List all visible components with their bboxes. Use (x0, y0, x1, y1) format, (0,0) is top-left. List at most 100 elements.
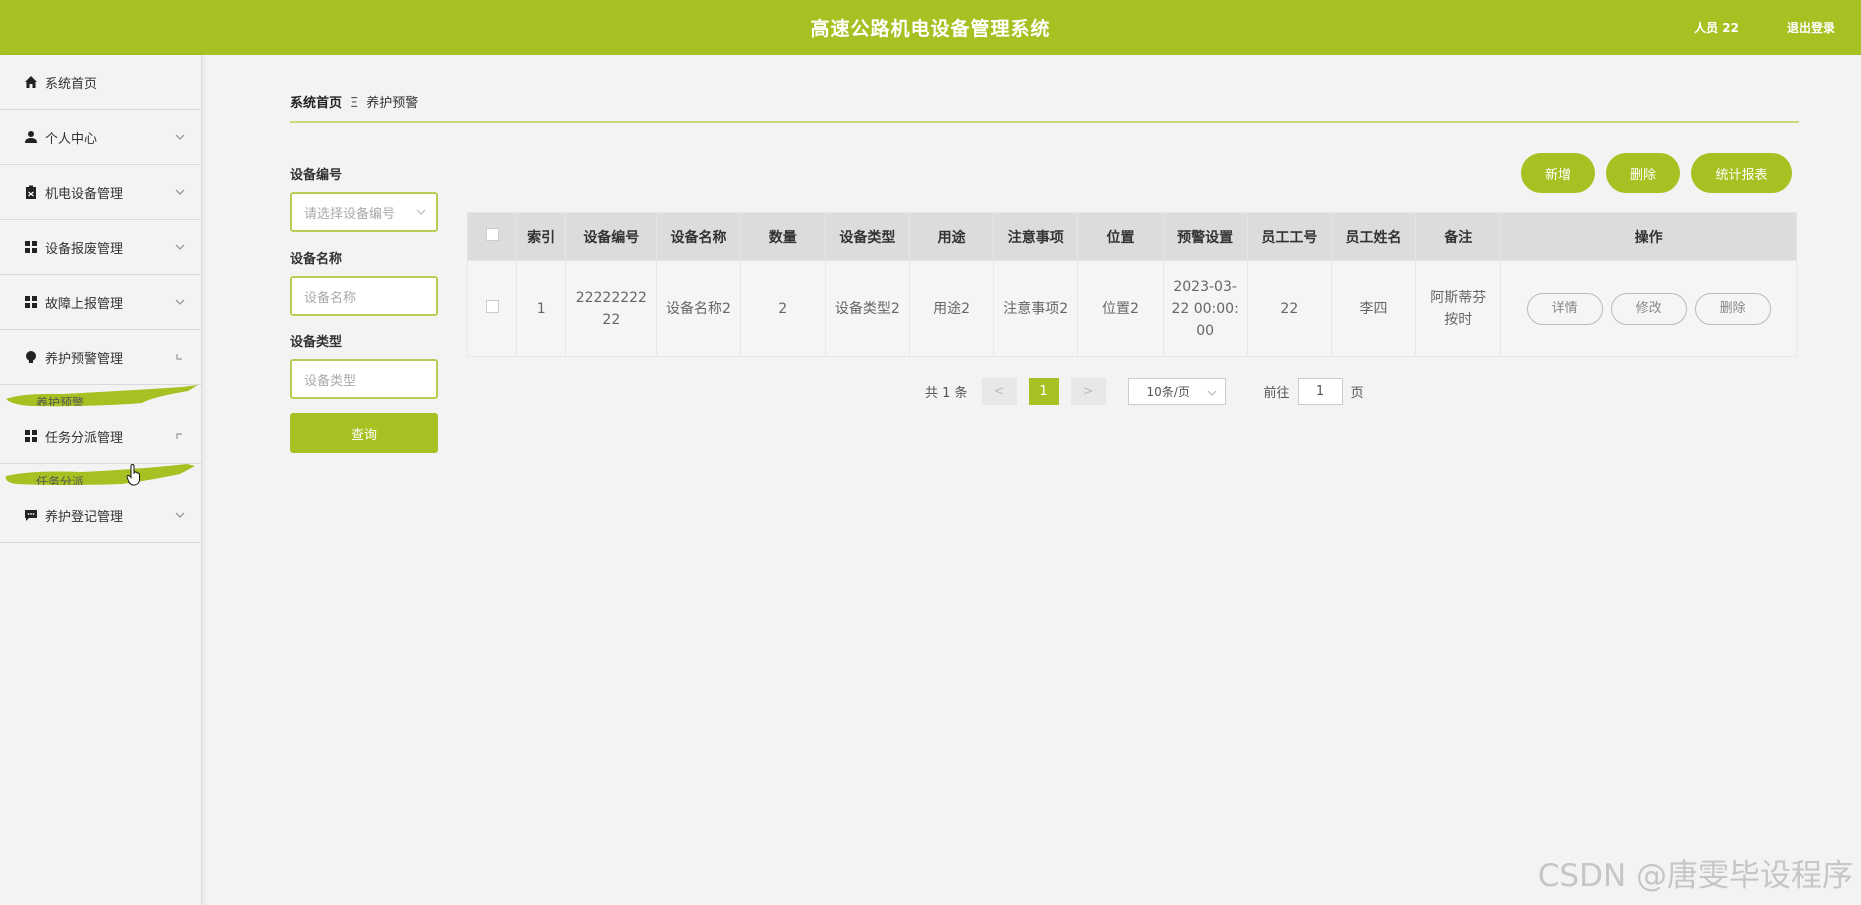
watermark: CSDN @唐雯毕设程序 (1537, 858, 1853, 894)
current-user: 人员 22 (1694, 21, 1739, 35)
row-select-cell (466, 260, 518, 357)
breadcrumb-separator: Ξ (350, 96, 359, 111)
chevron-down-icon (175, 244, 185, 250)
cell-index: 1 (516, 260, 567, 357)
chevron-expand-icon (176, 433, 182, 439)
user-icon (24, 130, 38, 144)
sidebar-subitem-maintenance-alert[interactable]: 养护预警 (0, 385, 201, 409)
breadcrumb: 系统首页 Ξ 养护预警 (290, 92, 418, 111)
sidebar-item-label: 故障上报管理 (45, 296, 124, 312)
page-number-current[interactable]: 1 (1028, 377, 1059, 405)
clipboard-icon (24, 185, 38, 199)
sidebar-item-label: 任务分派管理 (45, 430, 124, 446)
col-header: 操作 (1500, 212, 1797, 261)
logout-link[interactable]: 退出登录 (1787, 19, 1835, 36)
sidebar-item-fault[interactable]: 故障上报管理 (0, 275, 201, 330)
col-header: 预警设置 (1162, 212, 1248, 261)
col-header: 备注 (1415, 212, 1502, 261)
breadcrumb-current: 养护预警 (366, 96, 419, 111)
col-header: 索引 (516, 212, 567, 261)
cell-text: 22222222 (575, 289, 647, 306)
cell-text: 按时 (1444, 311, 1473, 328)
cell-location: 位置2 (1077, 260, 1164, 357)
device-type-label: 设备类型 (290, 335, 343, 350)
detail-button[interactable]: 详情 (1526, 292, 1603, 325)
grid-icon (24, 240, 38, 254)
cell-actions: 详情 修改 删除 (1500, 260, 1797, 357)
cell-notes: 注意事项2 (993, 260, 1079, 357)
chevron-down-icon (416, 209, 426, 215)
add-button[interactable]: 新增 (1521, 153, 1595, 193)
chevron-down-icon (175, 299, 185, 305)
row-checkbox[interactable] (485, 299, 499, 313)
col-header: 位置 (1077, 212, 1164, 261)
device-code-label: 设备编号 (290, 168, 343, 183)
pagination: 共 1 条 < 1 > 10条/页 前往 1 页 (925, 377, 1364, 405)
sidebar-item-equipment[interactable]: 机电设备管理 (0, 165, 201, 220)
chevron-down-icon (175, 512, 185, 518)
next-page-button[interactable]: > (1070, 377, 1106, 405)
device-code-placeholder: 请选择设备编号 (304, 206, 396, 222)
home-icon (24, 75, 38, 89)
prev-page-button[interactable]: < (981, 377, 1017, 405)
select-all-checkbox[interactable] (485, 228, 499, 241)
sidebar-subitem-label: 养护预警 (36, 396, 85, 406)
sidebar-subitem-task-assign[interactable]: 任务分派 (0, 464, 201, 488)
cell-text: 22 00:00: (1171, 300, 1239, 317)
col-header: 员工姓名 (1330, 212, 1417, 261)
goto-page-input[interactable]: 1 (1297, 377, 1343, 405)
chevron-down-icon (175, 189, 185, 195)
col-header: 设备类型 (824, 212, 910, 261)
col-header: 员工工号 (1246, 212, 1332, 261)
cell-text: 2023-03- (1173, 278, 1237, 295)
chevron-down-icon (175, 134, 185, 140)
edit-button[interactable]: 修改 (1610, 292, 1687, 325)
sidebar-item-label: 个人中心 (45, 131, 98, 147)
col-header: 设备名称 (656, 212, 741, 261)
col-header: 注意事项 (993, 212, 1079, 261)
report-button[interactable]: 统计报表 (1691, 153, 1792, 193)
device-type-placeholder: 设备类型 (304, 373, 357, 389)
sidebar-item-label: 设备报废管理 (45, 241, 124, 257)
page-size-select[interactable]: 10条/页 (1127, 377, 1226, 405)
delete-button[interactable]: 删除 (1606, 153, 1680, 193)
chevron-collapse-icon (176, 354, 182, 360)
device-name-label: 设备名称 (290, 252, 343, 267)
sidebar-item-label: 养护预警管理 (45, 351, 124, 367)
grid-icon (24, 295, 38, 309)
sidebar-item-label: 系统首页 (45, 76, 98, 92)
brush-highlight (5, 464, 196, 485)
cell-employee-no: 22 (1246, 260, 1332, 357)
search-button[interactable]: 查询 (290, 413, 438, 453)
pagination-total: 共 1 条 (925, 385, 968, 401)
page-size-value: 10条/页 (1146, 384, 1190, 399)
cell-remark: 阿斯蒂芬 按时 (1415, 260, 1502, 357)
chevron-down-icon (1207, 390, 1216, 396)
bulb-icon (24, 350, 38, 364)
sidebar-item-scrap[interactable]: 设备报废管理 (0, 220, 201, 275)
sidebar-item-personal[interactable]: 个人中心 (0, 110, 201, 165)
cell-text: 00 (1196, 322, 1215, 339)
sidebar-item-maintenance-register[interactable]: 养护登记管理 (0, 488, 201, 543)
row-delete-button[interactable]: 删除 (1694, 292, 1771, 325)
table-row: 1 22222222 22 设备名称2 2 设备类型2 用途2 注意事项2 位置2… (466, 260, 1797, 357)
col-header: 设备编号 (565, 212, 658, 261)
sidebar-item-home[interactable]: 系统首页 (0, 55, 201, 110)
device-code-select[interactable]: 请选择设备编号 (290, 192, 438, 232)
brush-highlight (6, 385, 198, 407)
sidebar-item-label: 机电设备管理 (45, 186, 124, 202)
sidebar: 系统首页 个人中心 机电设备管理 设备报废管理 故障上报管理 养护预警管理 养护… (0, 55, 202, 905)
page-unit-label: 页 (1350, 385, 1364, 401)
cell-usage: 用途2 (908, 260, 995, 357)
device-name-input[interactable]: 设备名称 (290, 276, 438, 316)
hand-cursor-icon (126, 464, 140, 486)
col-header: 用途 (908, 212, 995, 261)
sidebar-item-maintenance-alert[interactable]: 养护预警管理 (0, 330, 201, 385)
sidebar-item-label: 养护登记管理 (45, 509, 124, 525)
device-name-placeholder: 设备名称 (304, 290, 357, 306)
device-type-input[interactable]: 设备类型 (290, 359, 438, 399)
cell-device-name: 设备名称2 (656, 260, 741, 357)
sidebar-item-task-assign[interactable]: 任务分派管理 (0, 409, 201, 464)
breadcrumb-home[interactable]: 系统首页 (290, 96, 342, 111)
table-header-row: 索引 设备编号 设备名称 数量 设备类型 用途 注意事项 位置 预警设置 员工工… (466, 212, 1797, 261)
